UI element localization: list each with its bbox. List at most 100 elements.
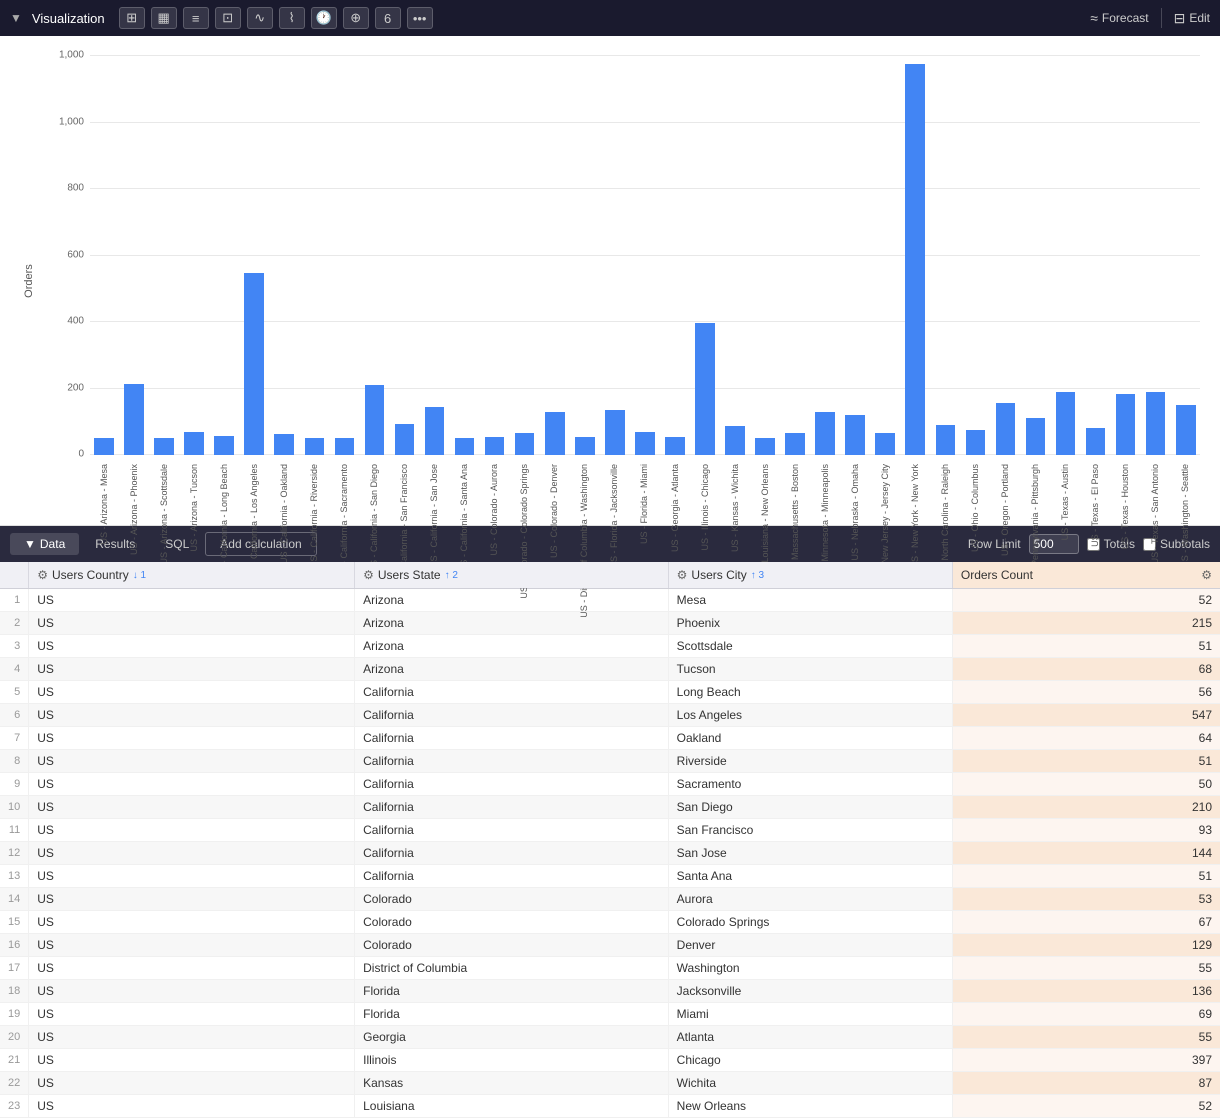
col-header-city[interactable]: ⚙ Users City ↑ 3 — [668, 562, 952, 589]
col-header-orders[interactable]: Orders Count ⚙ — [952, 562, 1220, 589]
table-row[interactable]: 1 US Arizona Mesa 52 — [0, 589, 1220, 612]
table-row[interactable]: 16 US Colorado Denver 129 — [0, 934, 1220, 957]
number-6-btn[interactable]: 6 — [375, 7, 401, 29]
bar-wrapper-9[interactable] — [360, 56, 388, 455]
cell-state-3: Arizona — [355, 635, 669, 658]
table-row[interactable]: 7 US California Oakland 64 — [0, 727, 1220, 750]
table-row[interactable]: 5 US California Long Beach 56 — [0, 681, 1220, 704]
table-row[interactable]: 11 US California San Francisco 93 — [0, 819, 1220, 842]
bar-wrapper-21[interactable] — [721, 56, 749, 455]
col-settings-icon-country[interactable]: ⚙ — [37, 568, 48, 582]
bar-wrapper-31[interactable] — [1021, 56, 1049, 455]
table-row[interactable]: 3 US Arizona Scottsdale 51 — [0, 635, 1220, 658]
col-settings-icon-state[interactable]: ⚙ — [363, 568, 374, 582]
bar-wrapper-29[interactable] — [961, 56, 989, 455]
row-num-8: 8 — [0, 750, 29, 773]
bar-23 — [785, 433, 805, 455]
bar-wrapper-32[interactable] — [1052, 56, 1080, 455]
table-row[interactable]: 6 US California Los Angeles 547 — [0, 704, 1220, 727]
bar-wrapper-27[interactable] — [901, 56, 929, 455]
bar-wrapper-28[interactable] — [931, 56, 959, 455]
bar-wrapper-35[interactable] — [1142, 56, 1170, 455]
area-chart-icon-btn[interactable]: ⌇ — [279, 7, 305, 29]
row-num-23: 23 — [0, 1095, 29, 1118]
col-header-country[interactable]: ⚙ Users Country ↓ 1 — [29, 562, 355, 589]
bar-wrapper-18[interactable] — [631, 56, 659, 455]
cell-state-19: Florida — [355, 1003, 669, 1026]
table-row[interactable]: 2 US Arizona Phoenix 215 — [0, 612, 1220, 635]
col-settings-icon-orders[interactable]: ⚙ — [1201, 568, 1212, 582]
bar-wrapper-30[interactable] — [991, 56, 1019, 455]
scatter-icon-btn[interactable]: ≡ — [183, 7, 209, 29]
bar-wrapper-1[interactable] — [120, 56, 148, 455]
bar-wrapper-10[interactable] — [390, 56, 418, 455]
cell-count-8: 51 — [952, 750, 1220, 773]
bar-wrapper-5[interactable] — [240, 56, 268, 455]
bar-wrapper-0[interactable] — [90, 56, 118, 455]
col-header-state[interactable]: ⚙ Users State ↑ 2 — [355, 562, 669, 589]
forecast-button[interactable]: ≈ Forecast — [1090, 10, 1148, 26]
table-row[interactable]: 9 US California Sacramento 50 — [0, 773, 1220, 796]
table-row[interactable]: 14 US Colorado Aurora 53 — [0, 888, 1220, 911]
col-label-city: Users City — [691, 568, 746, 582]
bar-wrapper-3[interactable] — [180, 56, 208, 455]
table-row[interactable]: 17 US District of Columbia Washington 55 — [0, 957, 1220, 980]
pin-icon-btn[interactable]: ⊕ — [343, 7, 369, 29]
bar-3 — [184, 432, 204, 455]
bar-wrapper-6[interactable] — [270, 56, 298, 455]
cell-city-20: Atlanta — [668, 1026, 952, 1049]
bar-wrapper-8[interactable] — [330, 56, 358, 455]
table-row[interactable]: 13 US California Santa Ana 51 — [0, 865, 1220, 888]
table-row[interactable]: 19 US Florida Miami 69 — [0, 1003, 1220, 1026]
bar-wrapper-12[interactable] — [451, 56, 479, 455]
cell-count-7: 64 — [952, 727, 1220, 750]
bar-wrapper-15[interactable] — [541, 56, 569, 455]
bar-chart-icon-btn[interactable]: ▦ — [151, 7, 177, 29]
bar-32 — [1056, 392, 1076, 455]
cell-state-4: Arizona — [355, 658, 669, 681]
bar-wrapper-19[interactable] — [661, 56, 689, 455]
table-row[interactable]: 8 US California Riverside 51 — [0, 750, 1220, 773]
cell-country-19: US — [29, 1003, 355, 1026]
table-icon-btn[interactable]: ⊞ — [119, 7, 145, 29]
more-icon-btn[interactable]: ••• — [407, 7, 433, 29]
table-row[interactable]: 23 US Louisiana New Orleans 52 — [0, 1095, 1220, 1118]
edit-button[interactable]: ⊟ Edit — [1174, 10, 1210, 27]
cell-count-4: 68 — [952, 658, 1220, 681]
bar-wrapper-7[interactable] — [300, 56, 328, 455]
bar-wrapper-13[interactable] — [481, 56, 509, 455]
bar-wrapper-11[interactable] — [421, 56, 449, 455]
bar-wrapper-36[interactable] — [1172, 56, 1200, 455]
table-row[interactable]: 18 US Florida Jacksonville 136 — [0, 980, 1220, 1003]
bar-wrapper-16[interactable] — [571, 56, 599, 455]
bar-wrapper-20[interactable] — [691, 56, 719, 455]
line-chart-icon-btn[interactable]: ∿ — [247, 7, 273, 29]
table-row[interactable]: 21 US Illinois Chicago 397 — [0, 1049, 1220, 1072]
bar-wrapper-14[interactable] — [511, 56, 539, 455]
bar-wrapper-25[interactable] — [841, 56, 869, 455]
bar-wrapper-24[interactable] — [811, 56, 839, 455]
table-row[interactable]: 15 US Colorado Colorado Springs 67 — [0, 911, 1220, 934]
x-label-wrapper-12: US - California - Santa Ana — [451, 460, 479, 515]
col-settings-icon-city[interactable]: ⚙ — [677, 568, 688, 582]
bar-wrapper-23[interactable] — [781, 56, 809, 455]
clock-icon-btn[interactable]: 🕐 — [311, 7, 337, 29]
bar-wrapper-22[interactable] — [751, 56, 779, 455]
table-row[interactable]: 20 US Georgia Atlanta 55 — [0, 1026, 1220, 1049]
bar-wrapper-17[interactable] — [601, 56, 629, 455]
table-row[interactable]: 22 US Kansas Wichita 87 — [0, 1072, 1220, 1095]
bar-wrapper-2[interactable] — [150, 56, 178, 455]
tab-data[interactable]: ▼ Data — [10, 533, 79, 555]
bar-wrapper-26[interactable] — [871, 56, 899, 455]
table-row[interactable]: 4 US Arizona Tucson 68 — [0, 658, 1220, 681]
map-icon-btn[interactable]: ⊡ — [215, 7, 241, 29]
x-label-wrapper-9: US - California - San Diego — [360, 460, 388, 515]
bar-wrapper-4[interactable] — [210, 56, 238, 455]
x-label-6: US - California - Oakland — [279, 464, 290, 564]
row-num-16: 16 — [0, 934, 29, 957]
table-row[interactable]: 10 US California San Diego 210 — [0, 796, 1220, 819]
bar-wrapper-34[interactable] — [1112, 56, 1140, 455]
table-row[interactable]: 12 US California San Jose 144 — [0, 842, 1220, 865]
bar-21 — [725, 426, 745, 455]
bar-wrapper-33[interactable] — [1082, 56, 1110, 455]
